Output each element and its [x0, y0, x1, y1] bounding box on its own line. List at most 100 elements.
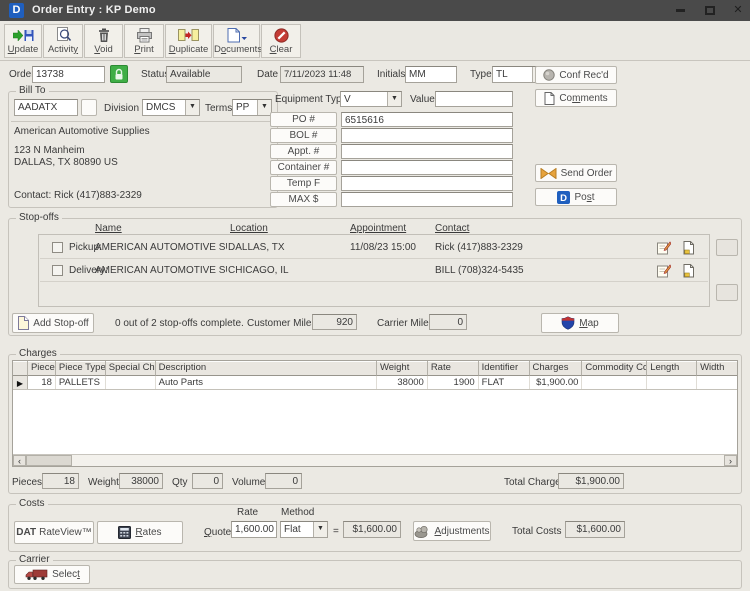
column-header: Identifier	[478, 361, 530, 376]
delivery-name: AMERICAN AUTOMOTIVE SUPPLIES	[95, 265, 227, 276]
weight-total-field: 38000	[119, 473, 163, 489]
copy-pickup-doc-button[interactable]	[681, 240, 696, 255]
max-dollar-field[interactable]	[341, 192, 513, 207]
po-number-field[interactable]: 6515616	[341, 112, 513, 127]
close-button[interactable]: ✕	[726, 0, 750, 21]
minimize-icon	[675, 8, 685, 12]
quote-rate-field[interactable]: 1,600.00	[231, 521, 277, 538]
lock-button[interactable]	[110, 65, 128, 83]
copy-delivery-doc-button[interactable]	[681, 263, 696, 278]
cell-identifier[interactable]: FLAT	[478, 376, 530, 389]
stop-col-appointment: Appointment	[350, 223, 407, 234]
stop-row-divider	[40, 281, 708, 282]
bill-to-lookup-button[interactable]	[81, 99, 97, 116]
delivery-complete-checkbox[interactable]	[52, 265, 63, 276]
edit-note-icon	[656, 263, 671, 278]
pickup-name: AMERICAN AUTOMOTIVE SUPPLIES	[95, 242, 227, 253]
cell-pieces[interactable]: 18	[27, 376, 56, 389]
terms-label: Terms	[205, 103, 233, 114]
scroll-left-icon[interactable]: ‹	[13, 455, 26, 466]
adjustments-button[interactable]: Adjustments	[413, 521, 491, 541]
temp-f-button[interactable]: Temp F	[270, 176, 337, 191]
order-number-field[interactable]: 13738	[32, 66, 105, 83]
scroll-right-icon[interactable]: ›	[724, 455, 737, 466]
interstate-shield-icon	[561, 316, 575, 330]
cell-rate[interactable]: 1900	[427, 376, 479, 389]
cell-width[interactable]	[697, 376, 737, 389]
bill-to-company: American Automotive Supplies	[14, 126, 150, 137]
move-stop-down-button[interactable]	[716, 284, 738, 301]
edit-delivery-button[interactable]	[656, 263, 671, 278]
bill-to-contact: Contact: Rick (417)883-2329	[14, 190, 142, 201]
terms-select[interactable]: PP ▼	[232, 99, 272, 116]
activity-button[interactable]: Activity	[43, 24, 83, 58]
temp-f-field[interactable]	[341, 176, 513, 191]
chevron-down-icon: ▼	[313, 522, 327, 537]
total-costs-field: $1,600.00	[565, 521, 625, 538]
dat-rateview-button[interactable]: DAT RateView™	[14, 521, 94, 544]
duplicate-button[interactable]: Duplicate	[165, 24, 212, 58]
update-button[interactable]: Update	[4, 24, 42, 58]
column-header: Length	[647, 361, 698, 376]
stop-col-contact: Contact	[435, 223, 470, 234]
conf-recd-button[interactable]: Conf Rec'd	[535, 66, 617, 84]
close-icon: ✕	[733, 4, 743, 16]
cell-commodity-code[interactable]	[582, 376, 648, 389]
window-title: Order Entry : KP Demo	[32, 4, 156, 16]
maximize-icon	[705, 5, 715, 15]
appt-number-field[interactable]	[341, 144, 513, 159]
bol-number-field[interactable]	[341, 128, 513, 143]
toolbar: Update Activity Void Print Duplicate Doc…	[0, 21, 750, 61]
column-header: Pieces	[27, 361, 56, 376]
value-field[interactable]	[435, 91, 513, 107]
documents-button[interactable]: Documents	[213, 24, 262, 58]
stop-offs-progress-text: 0 out of 2 stop-offs complete.	[115, 318, 244, 329]
rates-button[interactable]: Rates	[97, 521, 183, 544]
cell-length[interactable]	[647, 376, 698, 389]
map-button[interactable]: Map	[541, 313, 619, 333]
qty-label: Qty	[172, 477, 188, 488]
clear-button[interactable]: Clear	[261, 24, 301, 58]
method-select[interactable]: Flat ▼	[280, 521, 328, 538]
column-header: Description	[155, 361, 377, 376]
bol-number-button[interactable]: BOL #	[270, 128, 337, 143]
pickup-complete-checkbox[interactable]	[52, 242, 63, 253]
delivery-contact: BILL (708)324-5435	[435, 265, 524, 276]
column-header: Commodity Code	[582, 361, 648, 376]
stop-offs-group-label: Stop-offs	[16, 212, 62, 223]
pickup-appointment: 11/08/23 15:00	[350, 242, 416, 253]
quote-total-field: $1,600.00	[343, 521, 401, 538]
edit-pickup-button[interactable]	[656, 240, 671, 255]
scroll-thumb[interactable]	[26, 455, 72, 466]
cell-weight[interactable]: 38000	[376, 376, 428, 389]
cell-charges[interactable]: $1,900.00	[529, 376, 583, 389]
bill-to-address1: 123 N Manheim	[14, 145, 85, 156]
move-stop-up-button[interactable]	[716, 239, 738, 256]
container-number-button[interactable]: Container #	[270, 160, 337, 175]
division-select[interactable]: DMCS ▼	[142, 99, 200, 116]
add-stop-off-button[interactable]: Add Stop-off	[12, 313, 94, 333]
appt-number-button[interactable]: Appt. #	[270, 144, 337, 159]
carrier-select-button[interactable]: Select	[14, 565, 90, 584]
charges-hscrollbar[interactable]: ‹ ›	[13, 454, 737, 466]
max-dollar-button[interactable]: MAX $	[270, 192, 337, 207]
maximize-button[interactable]	[698, 0, 722, 21]
send-order-button[interactable]: Send Order	[535, 164, 617, 182]
cell-special-chg[interactable]	[105, 376, 156, 389]
charges-group-label: Charges	[16, 348, 60, 359]
equipment-type-select[interactable]: V ▼	[340, 91, 402, 107]
bill-to-code-field[interactable]: AADATX	[14, 99, 78, 116]
column-header: Rate	[427, 361, 479, 376]
cell-description[interactable]: Auto Parts	[155, 376, 377, 389]
post-button[interactable]: D Post	[535, 188, 617, 206]
charge-row[interactable]: ▶ 18 PALLETS Auto Parts 38000 1900 FLAT …	[13, 376, 737, 390]
po-number-button[interactable]: PO #	[270, 112, 337, 127]
minimize-button[interactable]	[668, 0, 692, 21]
void-button[interactable]: Void	[84, 24, 123, 58]
cell-piece-type[interactable]: PALLETS	[55, 376, 106, 389]
comments-button[interactable]: Comments	[535, 89, 617, 107]
initials-field[interactable]: MM	[405, 66, 457, 83]
stop-col-name: Name	[95, 223, 122, 234]
print-button[interactable]: Print	[124, 24, 164, 58]
container-number-field[interactable]	[341, 160, 513, 175]
